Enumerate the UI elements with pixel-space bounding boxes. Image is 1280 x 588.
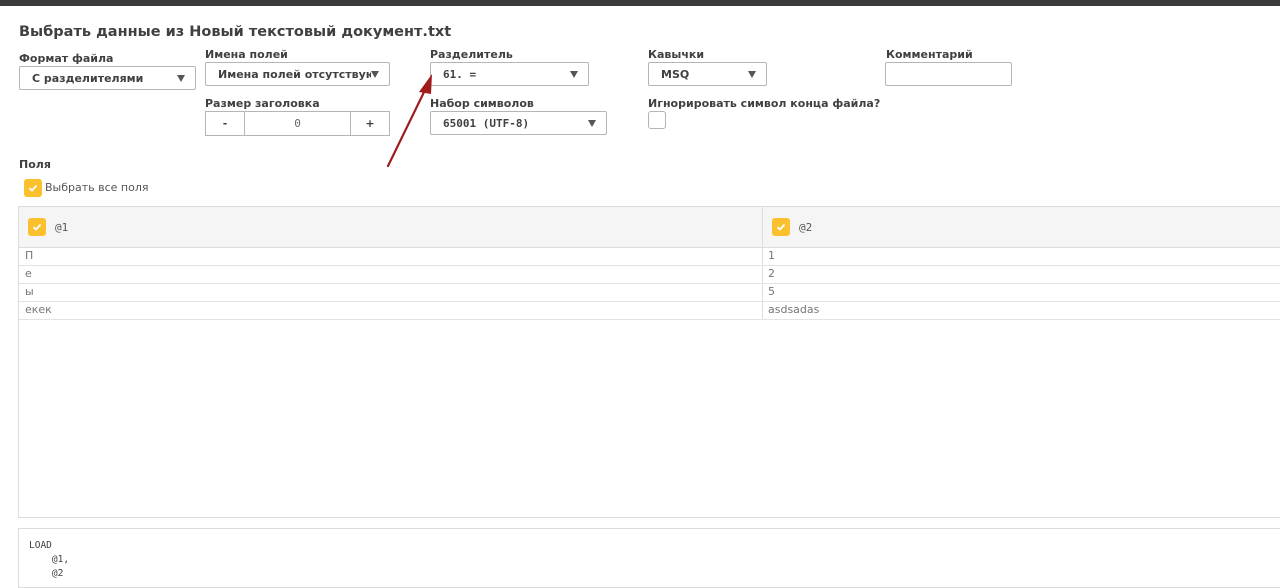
annotation-arrow-icon — [386, 74, 432, 168]
